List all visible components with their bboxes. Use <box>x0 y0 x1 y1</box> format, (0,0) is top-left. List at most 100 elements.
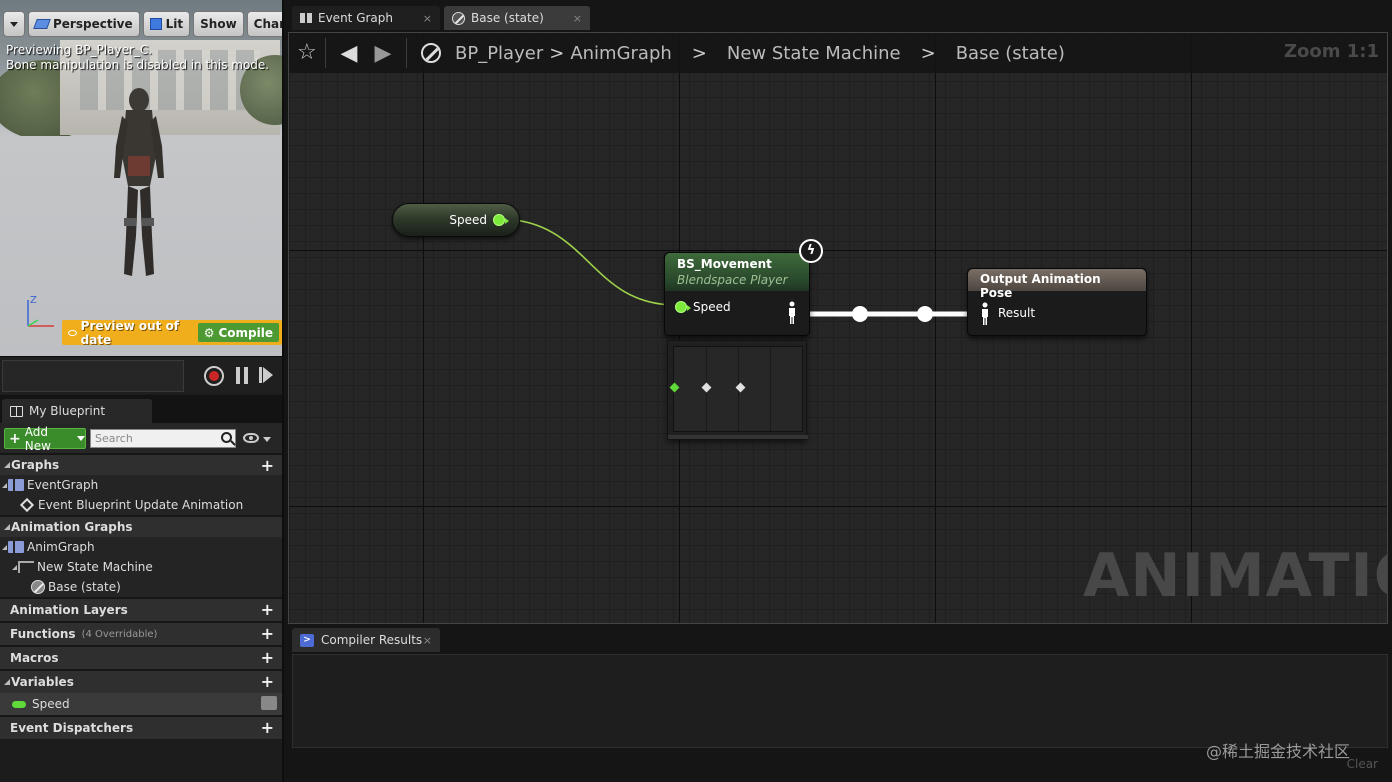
axis-gizmo-icon: Z <box>27 295 54 327</box>
chevron-down-icon <box>77 436 85 441</box>
record-icon[interactable] <box>204 366 224 386</box>
add-layer-plus-icon[interactable]: + <box>261 602 274 618</box>
add-dispatcher-plus-icon[interactable]: + <box>261 720 274 736</box>
tree-item-animgraph[interactable]: AnimGraph <box>0 537 282 557</box>
blendspace-preview-grid <box>669 346 803 432</box>
timeline-field[interactable] <box>2 360 184 392</box>
compile-label: Compile <box>218 325 273 340</box>
graph-type-watermark: ANIMATION <box>1083 541 1387 611</box>
forward-arrow-icon[interactable]: ▶ <box>366 41 400 66</box>
float-input-pin[interactable] <box>675 301 691 313</box>
reroute-knot <box>917 306 933 322</box>
breadcrumb-base-state[interactable]: Base (state) <box>956 43 1065 64</box>
perspective-button[interactable]: Perspective <box>28 11 140 37</box>
search-input[interactable]: Search <box>90 429 236 448</box>
breadcrumb-separator: > <box>920 42 936 64</box>
bone-manipulation-text: Bone manipulation is disabled in this mo… <box>6 58 270 72</box>
add-variable-plus-icon[interactable]: + <box>261 674 274 690</box>
graph-canvas[interactable]: ☆ ◀ ▶ BP_Player > AnimGraph > New State … <box>288 32 1388 624</box>
tab-label: Event Graph <box>318 11 393 25</box>
back-arrow-icon[interactable]: ◀ <box>332 41 366 66</box>
tree-item-event-blueprint-update-animation[interactable]: Event Blueprint Update Animation <box>0 495 282 515</box>
close-icon[interactable]: × <box>423 12 432 25</box>
functions-section-header[interactable]: Functions (4 Overridable) + <box>0 621 282 645</box>
result-pin-label: Result <box>998 306 1036 320</box>
lit-button[interactable]: Lit <box>142 11 191 37</box>
fast-path-lightning-icon: ϟ <box>799 239 823 263</box>
eye-icon <box>68 329 77 336</box>
state-icon <box>452 11 465 25</box>
macros-section-header[interactable]: Macros + <box>0 645 282 669</box>
my-blueprint-tabstrip: My Blueprint <box>0 395 282 423</box>
breadcrumb-separator: > <box>691 42 707 64</box>
viewport-menu-button[interactable] <box>3 11 25 37</box>
animation-layers-section-header[interactable]: Animation Layers + <box>0 597 282 621</box>
output-animation-pose-node[interactable]: Output Animation Pose Result <box>967 268 1147 336</box>
blendspace-node-subtitle: Blendspace Player <box>677 273 788 287</box>
view-options-eye-icon[interactable] <box>243 433 259 443</box>
pause-icon[interactable] <box>236 367 248 384</box>
breadcrumb-new-state-machine[interactable]: New State Machine <box>727 43 901 64</box>
preview-out-of-date-banner: Preview out of date ⚙ Compile <box>62 319 282 347</box>
blendspace-player-node[interactable]: BS_Movement Blendspace Player Speed <box>664 252 810 336</box>
getter-label: Speed <box>449 213 487 227</box>
star-icon[interactable]: ☆ <box>297 42 319 64</box>
collapse-triangle-icon <box>4 679 10 685</box>
functions-section-title: Functions <box>10 627 76 641</box>
variable-type-icon[interactable] <box>261 696 277 710</box>
my-blueprint-tab[interactable]: My Blueprint <box>2 399 152 423</box>
variables-section-header[interactable]: Variables + <box>0 669 282 693</box>
chevron-down-icon[interactable] <box>263 437 271 442</box>
breadcrumb-bp-player[interactable]: BP_Player <box>455 43 543 64</box>
float-output-pin[interactable] <box>493 214 509 226</box>
variable-label: Speed <box>32 697 70 711</box>
compiler-results-log[interactable] <box>292 654 1388 748</box>
add-function-plus-icon[interactable]: + <box>261 626 274 642</box>
perspective-label: Perspective <box>53 17 133 31</box>
cube-icon <box>149 18 162 30</box>
tree-item-eventgraph[interactable]: EventGraph <box>0 475 282 495</box>
animation-graphs-section-header[interactable]: Animation Graphs <box>0 515 282 537</box>
tree-item-new-state-machine[interactable]: New State Machine <box>0 557 282 577</box>
play-forward-icon[interactable] <box>259 367 273 383</box>
editor-window: Perspective Lit Show Characte Previewing… <box>0 0 1392 782</box>
character-model <box>114 88 164 276</box>
close-icon[interactable]: × <box>573 12 582 25</box>
my-blueprint-toolbar: + Add New Search <box>0 423 282 453</box>
toolbar-divider <box>406 38 407 68</box>
tab-base-state[interactable]: Base (state) × <box>444 6 590 30</box>
clear-button[interactable]: Clear <box>1347 757 1378 771</box>
compile-button[interactable]: ⚙ Compile <box>197 323 279 342</box>
show-label: Show <box>200 17 237 31</box>
my-blueprint-tab-label: My Blueprint <box>29 404 106 418</box>
blendspace-sample-marker <box>669 382 680 393</box>
preview-viewport[interactable]: Perspective Lit Show Characte Previewing… <box>0 0 282 356</box>
add-macro-plus-icon[interactable]: + <box>261 650 274 666</box>
add-graph-plus-icon[interactable]: + <box>261 458 274 474</box>
collapse-triangle-icon <box>2 482 7 488</box>
show-button[interactable]: Show <box>193 11 244 37</box>
tree-item-base-state[interactable]: Base (state) <box>0 577 282 597</box>
breadcrumb-bar: ☆ ◀ ▶ BP_Player > AnimGraph > New State … <box>289 33 1387 73</box>
event-diamond-icon <box>19 497 35 513</box>
animation-layers-section-title: Animation Layers <box>10 603 128 617</box>
character-button[interactable]: Characte <box>246 11 282 37</box>
close-icon[interactable]: × <box>423 634 432 647</box>
pose-input-pin-icon[interactable] <box>980 302 990 326</box>
add-new-button[interactable]: + Add New <box>4 425 86 453</box>
breadcrumb-animgraph[interactable]: AnimGraph <box>570 43 671 64</box>
speed-getter-node[interactable]: Speed <box>392 203 520 237</box>
variable-item-speed[interactable]: Speed <box>0 693 282 715</box>
collapse-triangle-icon <box>4 462 10 468</box>
compiler-results-tab[interactable]: > Compiler Results × <box>292 628 440 652</box>
anim-graph-icon <box>8 541 24 553</box>
search-icon <box>221 432 232 443</box>
event-dispatchers-section-header[interactable]: Event Dispatchers + <box>0 715 282 739</box>
event-graph-icon <box>8 479 24 491</box>
graphs-section-header[interactable]: Graphs + <box>0 453 282 475</box>
reroute-knot <box>852 306 868 322</box>
float-variable-pill-icon <box>12 700 26 708</box>
macros-section-title: Macros <box>10 651 59 665</box>
pose-output-pin-icon[interactable] <box>787 301 797 325</box>
tab-event-graph[interactable]: Event Graph × <box>292 6 440 30</box>
